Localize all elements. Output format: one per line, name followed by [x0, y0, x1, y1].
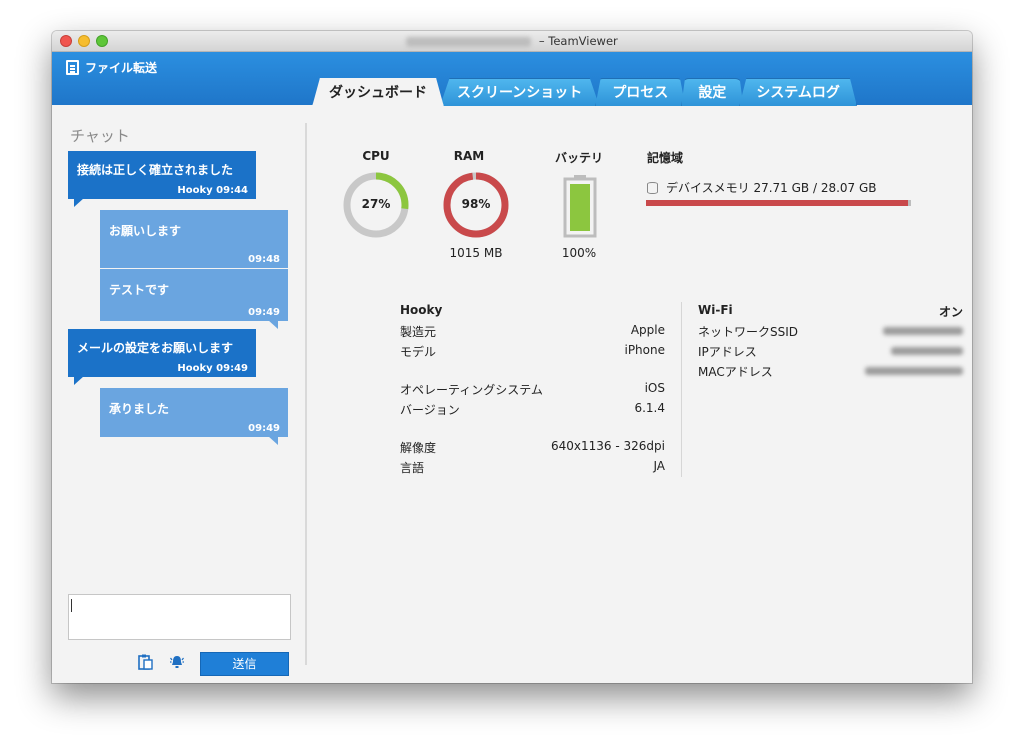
tab-bar: ダッシュボード スクリーンショット プロセス 設定 システムログ [312, 78, 857, 107]
info-key: モデル [400, 345, 437, 359]
database-icon [647, 181, 658, 194]
storage-bar [646, 200, 911, 206]
redacted-value [891, 343, 963, 357]
cpu-label: CPU [362, 149, 390, 163]
chat-pane: チャット 接続は正しく確立されました Hooky 09:44 お願いします 09… [52, 105, 306, 683]
tab-processes[interactable]: プロセス [595, 78, 686, 106]
storage-line: デバイスメモリ 27.71 GB / 28.07 GB [647, 179, 877, 196]
info-value: iPhone [624, 343, 665, 357]
chat-title: チャット [70, 127, 130, 145]
info-key: MACアドレス [698, 365, 773, 379]
tab-settings[interactable]: 設定 [681, 78, 744, 106]
chat-message: メールの設定をお願いします Hooky 09:49 [68, 329, 256, 385]
file-transfer-button[interactable]: ファイル転送 [66, 58, 157, 76]
storage-title: 記憶域 [647, 151, 684, 165]
bubble-tail [268, 436, 278, 445]
bubble-tail [268, 320, 278, 329]
tab-dashboard[interactable]: ダッシュボード [312, 78, 444, 107]
wifi-status: オン [938, 305, 963, 319]
chat-message-text: 接続は正しく確立されました [77, 163, 234, 177]
ram-used-amount: 1015 MB [449, 246, 503, 260]
chat-message-text: 承りました [109, 402, 170, 416]
info-key: ネットワークSSID [698, 325, 799, 339]
chat-message-text: テストです [109, 283, 170, 297]
chat-message: テストです 09:49 [100, 269, 288, 329]
cpu-percent: 27% [361, 197, 391, 211]
clipboard-icon[interactable] [137, 654, 153, 670]
storage-text: デバイスメモリ 27.71 GB / 28.07 GB [666, 181, 877, 195]
alarm-bell-icon[interactable] [169, 654, 185, 670]
title-bar: – TeamViewer [52, 31, 972, 52]
info-key: バージョン [400, 403, 460, 417]
ram-label: RAM [453, 149, 485, 163]
chat-message-meta: 09:49 [248, 307, 280, 318]
bubble-tail [74, 198, 84, 207]
info-divider [681, 302, 682, 477]
tab-screenshot[interactable]: スクリーンショット [440, 78, 600, 106]
redacted-host-name [406, 36, 532, 47]
info-key: 解像度 [400, 441, 437, 455]
chat-message: お願いします 09:48 [100, 210, 288, 268]
chat-message: 接続は正しく確立されました Hooky 09:44 [68, 151, 256, 207]
info-value: Apple [630, 323, 665, 337]
window-title: – TeamViewer [535, 34, 618, 48]
file-transfer-label: ファイル転送 [85, 60, 158, 75]
chat-message: 承りました 09:49 [100, 388, 288, 445]
info-key: 言語 [400, 461, 425, 475]
storage-bar-fill [646, 200, 908, 206]
chat-message-meta: 09:49 [248, 423, 280, 434]
send-button[interactable]: 送信 [200, 652, 289, 676]
chat-message-meta: 09:48 [248, 254, 280, 265]
header-bar: ファイル転送 ダッシュボード スクリーンショット プロセス 設定 システムログ [52, 52, 972, 107]
bubble-tail [74, 376, 84, 385]
battery-icon [563, 175, 597, 238]
text-caret [71, 599, 72, 612]
close-window-button[interactable] [60, 35, 72, 47]
info-value: 640x1136 - 326dpi [551, 439, 665, 453]
ram-percent: 98% [461, 197, 491, 211]
tab-system-log[interactable]: システムログ [739, 78, 857, 106]
redacted-value [865, 363, 963, 377]
info-key: オペレーティングシステム [400, 383, 543, 397]
info-value: JA [653, 459, 665, 473]
dashboard-panel: CPU 27% RAM 98% 1015 MB バッテリ 100% 記憶域 デバ… [307, 105, 972, 683]
battery-label: バッテリ [554, 151, 603, 165]
battery-level-fill [570, 184, 590, 231]
info-value: 6.1.4 [634, 401, 665, 415]
info-value: iOS [644, 381, 665, 395]
device-name: Hooky [400, 303, 443, 317]
teamviewer-window: – TeamViewer ファイル転送 ダッシュボード スクリーンショット プロ… [52, 31, 972, 683]
file-transfer-icon [66, 59, 79, 75]
chat-message-input[interactable] [68, 594, 291, 640]
chat-message-text: お願いします [109, 224, 182, 238]
chat-message-meta: Hooky 09:49 [177, 363, 248, 374]
minimize-window-button[interactable] [78, 35, 90, 47]
redacted-value [883, 323, 963, 337]
zoom-window-button[interactable] [96, 35, 108, 47]
info-key: 製造元 [400, 325, 437, 339]
battery-percent: 100% [561, 246, 597, 260]
wifi-label: Wi-Fi [698, 303, 733, 317]
chat-message-meta: Hooky 09:44 [177, 185, 248, 196]
info-key: IPアドレス [698, 345, 757, 359]
chat-message-text: メールの設定をお願いします [77, 341, 234, 355]
